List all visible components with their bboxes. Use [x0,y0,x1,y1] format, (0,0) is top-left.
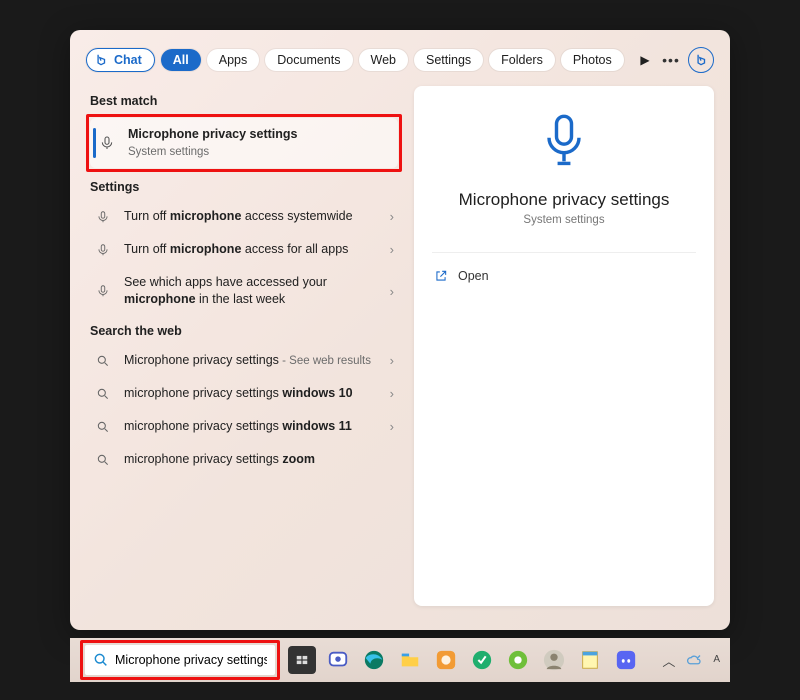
annotation-best-match: Microphone privacy settings System setti… [86,114,402,172]
selection-bar [93,128,96,158]
taskbar-search[interactable] [85,645,275,675]
search-icon [92,354,114,368]
result-web-1[interactable]: microphone privacy settings windows 10 › [86,377,402,410]
result-text: Turn off microphone access systemwide [124,208,380,225]
microphone-icon [92,210,114,224]
result-best-match[interactable]: Microphone privacy settings System setti… [90,118,398,168]
play-icon[interactable]: ▶ [636,53,654,67]
tab-photos[interactable]: Photos [561,49,624,72]
annotation-searchbox [80,640,280,680]
taskbar: ︿ A [70,638,730,682]
microphone-icon [92,284,114,298]
open-label: Open [458,269,489,283]
result-text: See which apps have accessed your microp… [124,274,380,308]
tab-chat-label: Chat [114,54,142,67]
result-text: Microphone privacy settings - See web re… [124,352,380,370]
notepad-icon[interactable] [576,646,604,674]
results-column: Best match Microphone privacy settings S… [86,86,402,614]
preview-subtitle: System settings [432,214,696,226]
start-search-panel: Chat All Apps Documents Web Settings Fol… [70,30,730,630]
microphone-icon [432,112,696,172]
preview-title: Microphone privacy settings [432,190,696,210]
tab-folders[interactable]: Folders [489,49,555,72]
result-text: microphone privacy settings zoom [124,451,394,468]
chevron-right-icon: › [390,242,394,257]
system-tray[interactable]: ︿ A [662,651,720,670]
result-text: Turn off microphone access for all apps [124,241,380,258]
avatar-icon[interactable] [540,646,568,674]
result-setting-allapps[interactable]: Turn off microphone access for all apps … [86,233,402,266]
search-icon [93,652,109,668]
chevron-right-icon: › [390,209,394,224]
result-text: microphone privacy settings windows 10 [124,385,380,402]
open-action[interactable]: Open [432,263,696,289]
divider [432,252,696,253]
tab-settings[interactable]: Settings [414,49,483,72]
search-icon [92,453,114,467]
app-icon[interactable] [504,646,532,674]
taskview-icon[interactable] [288,646,316,674]
section-search-web: Search the web [90,324,398,338]
tab-all[interactable]: All [161,49,201,72]
result-setting-systemwide[interactable]: Turn off microphone access systemwide › [86,200,402,233]
edge-icon[interactable] [360,646,388,674]
open-icon [434,269,448,283]
section-settings: Settings [90,180,398,194]
result-web-2[interactable]: microphone privacy settings windows 11 › [86,410,402,443]
language-indicator[interactable]: A [713,655,720,665]
app-icon[interactable] [468,646,496,674]
result-text: microphone privacy settings windows 11 [124,418,380,435]
chevron-right-icon: › [390,353,394,368]
section-best-match: Best match [90,94,398,108]
microphone-icon [96,135,118,151]
bing-button[interactable] [688,47,714,73]
chevron-right-icon: › [390,386,394,401]
preview-column: Microphone privacy settings System setti… [414,86,714,614]
result-text: Microphone privacy settings System setti… [128,126,390,160]
result-setting-accessed[interactable]: See which apps have accessed your microp… [86,266,402,316]
chevron-right-icon: › [390,284,394,299]
search-icon [92,420,114,434]
microphone-icon [92,243,114,257]
app-icon[interactable] [432,646,460,674]
tab-chat[interactable]: Chat [86,48,155,72]
tab-documents[interactable]: Documents [265,49,352,72]
taskbar-search-input[interactable] [115,653,267,667]
cloud-icon[interactable] [685,653,703,667]
scope-tabs: Chat All Apps Documents Web Settings Fol… [86,44,714,76]
chevron-up-icon[interactable]: ︿ [662,651,675,670]
explorer-icon[interactable] [396,646,424,674]
preview-card: Microphone privacy settings System setti… [414,86,714,606]
chat-app-icon[interactable] [324,646,352,674]
result-web-3[interactable]: microphone privacy settings zoom [86,443,402,476]
search-icon [92,387,114,401]
bing-icon [93,52,109,68]
more-icon[interactable]: ••• [660,52,682,68]
tab-apps[interactable]: Apps [207,49,260,72]
chevron-right-icon: › [390,419,394,434]
discord-icon[interactable] [612,646,640,674]
result-web-0[interactable]: Microphone privacy settings - See web re… [86,344,402,378]
tab-web[interactable]: Web [359,49,408,72]
